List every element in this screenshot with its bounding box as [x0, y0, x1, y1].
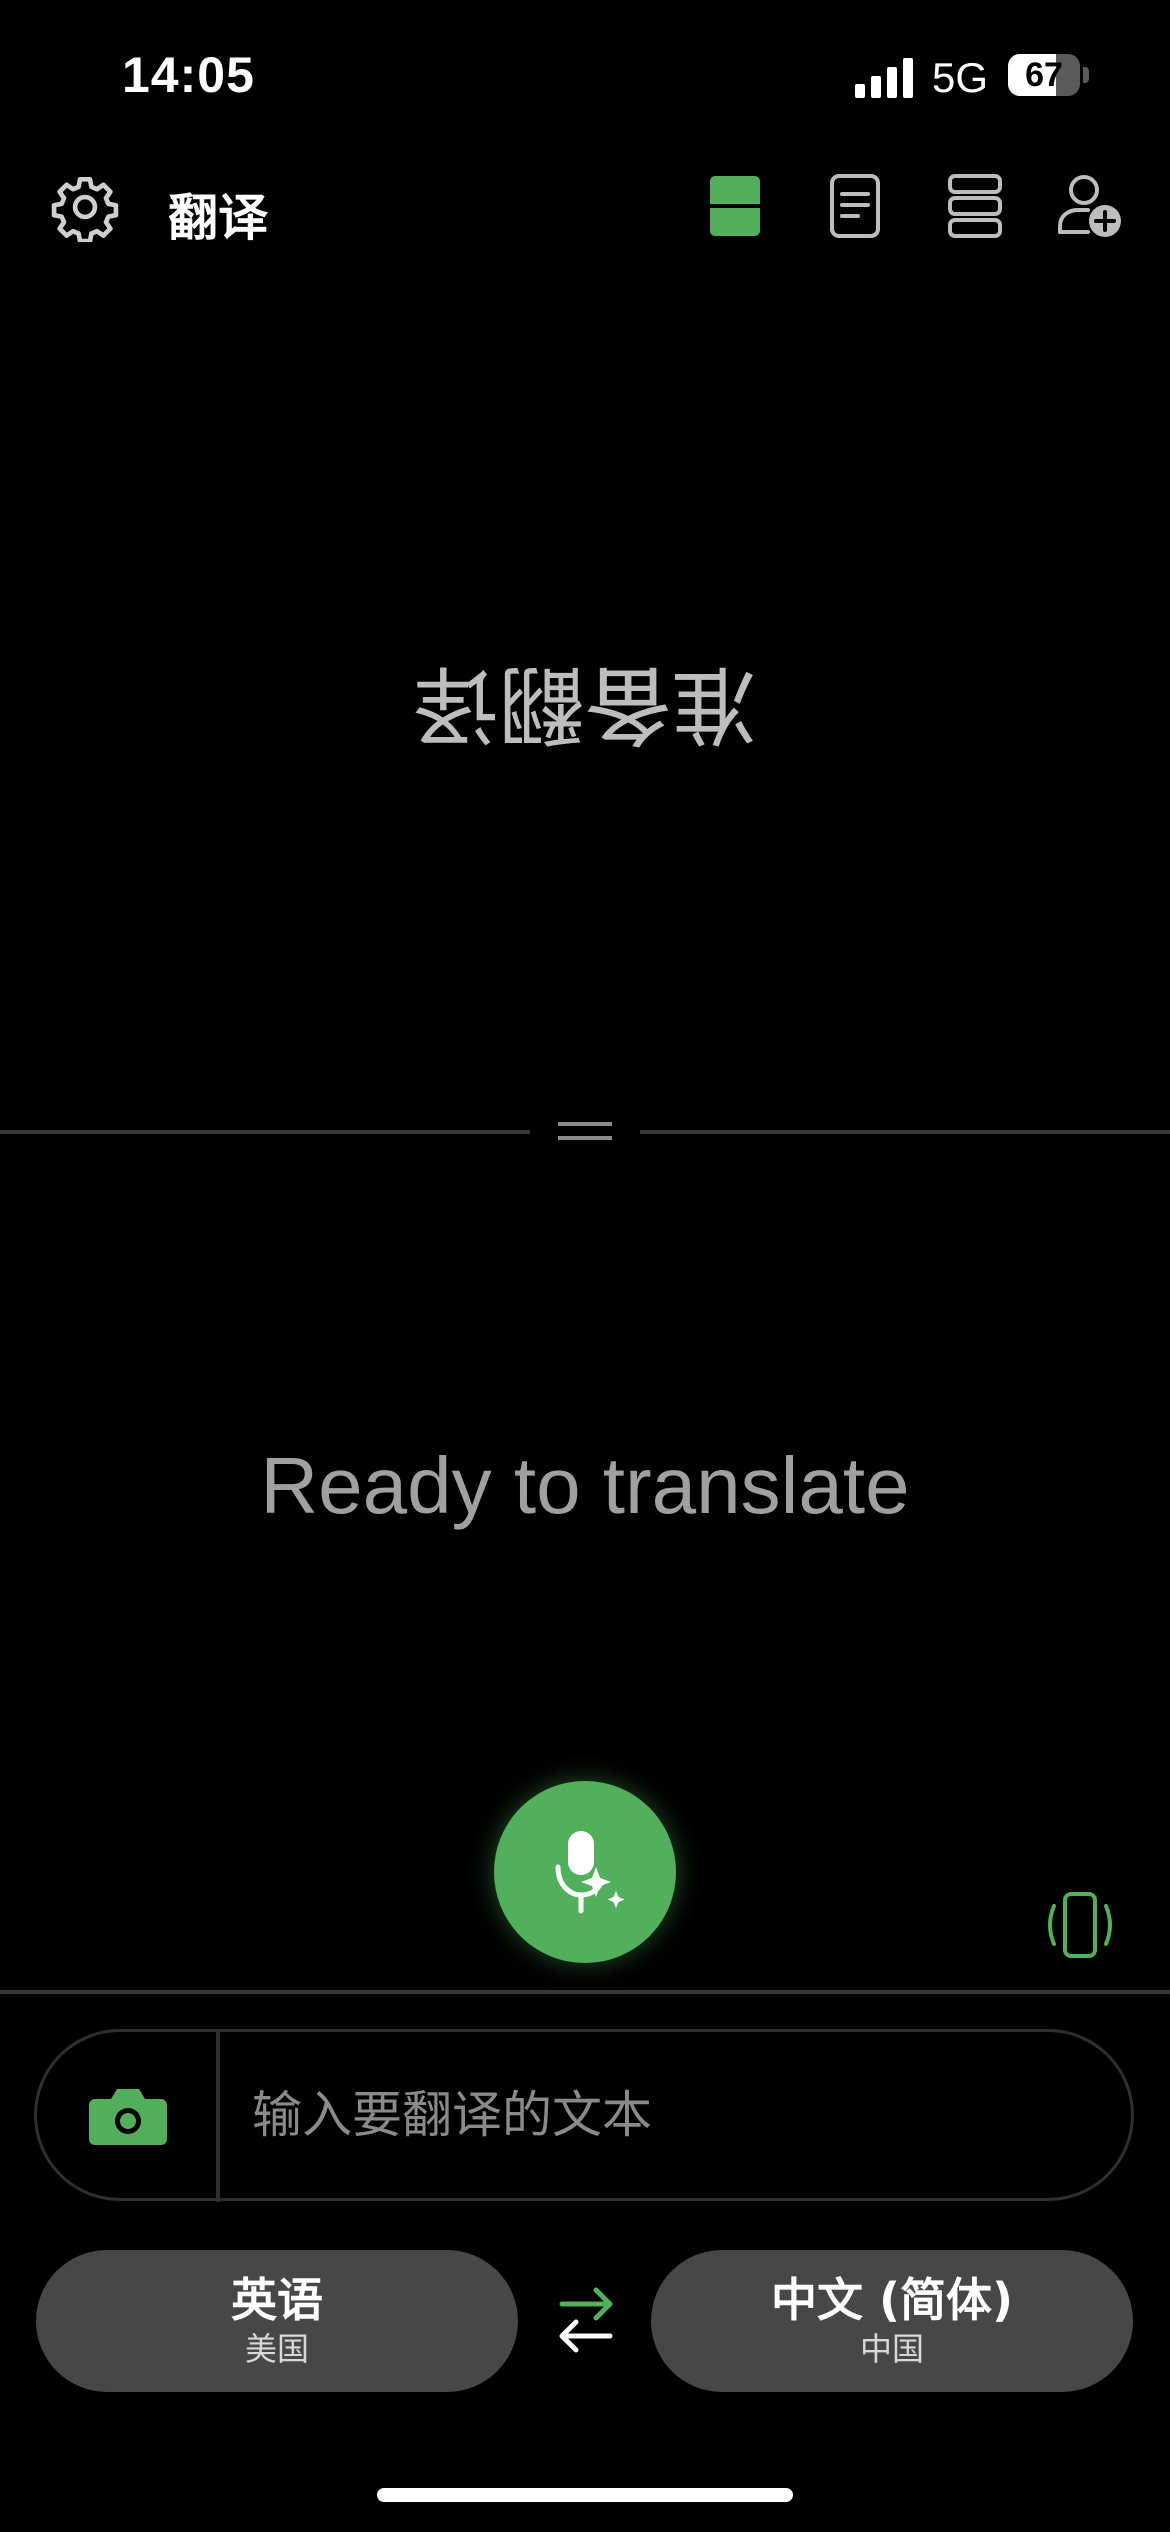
- target-language-button[interactable]: 中文 (简体) 中国: [651, 2250, 1133, 2392]
- status-time: 14:05: [122, 47, 255, 103]
- ready-to-translate-text: Ready to translate: [260, 1441, 910, 1530]
- battery-icon: 67: [1008, 54, 1089, 98]
- panel-divider-right: [640, 1130, 1170, 1134]
- add-user-icon[interactable]: [1054, 170, 1126, 242]
- voice-translate-button[interactable]: [494, 1781, 676, 1963]
- document-icon[interactable]: [820, 170, 890, 242]
- mirrored-ready-text: 准备翻译: [413, 656, 757, 752]
- source-language-region: 美国: [244, 2330, 309, 2368]
- gear-icon[interactable]: [50, 172, 120, 242]
- camera-button[interactable]: [40, 2035, 216, 2195]
- signal-strength-icon: [855, 58, 913, 98]
- home-indicator[interactable]: [377, 2488, 793, 2502]
- battery-percent: 67: [1025, 56, 1063, 94]
- page-title: 翻译: [168, 190, 268, 246]
- translate-text-input[interactable]: [232, 2040, 1102, 2190]
- split-view-icon[interactable]: [700, 170, 770, 242]
- swap-languages-icon[interactable]: [548, 2280, 624, 2360]
- drag-handle-icon[interactable]: [556, 1116, 614, 1146]
- phone-vibrate-icon[interactable]: [1040, 1890, 1120, 1960]
- source-language-name: 英语: [231, 2273, 323, 2327]
- camera-icon: [89, 2089, 167, 2145]
- target-language-region: 中国: [859, 2330, 924, 2368]
- mic-sparkle-icon: [555, 1831, 625, 1914]
- network-type: 5G: [932, 54, 989, 101]
- input-area-divider: [0, 1990, 1170, 1994]
- source-language-button[interactable]: 英语 美国: [36, 2250, 518, 2392]
- input-separator: [216, 2032, 220, 2202]
- panel-divider-left: [0, 1130, 530, 1134]
- stacked-list-icon[interactable]: [940, 170, 1010, 242]
- target-language-name: 中文 (简体): [770, 2273, 1014, 2327]
